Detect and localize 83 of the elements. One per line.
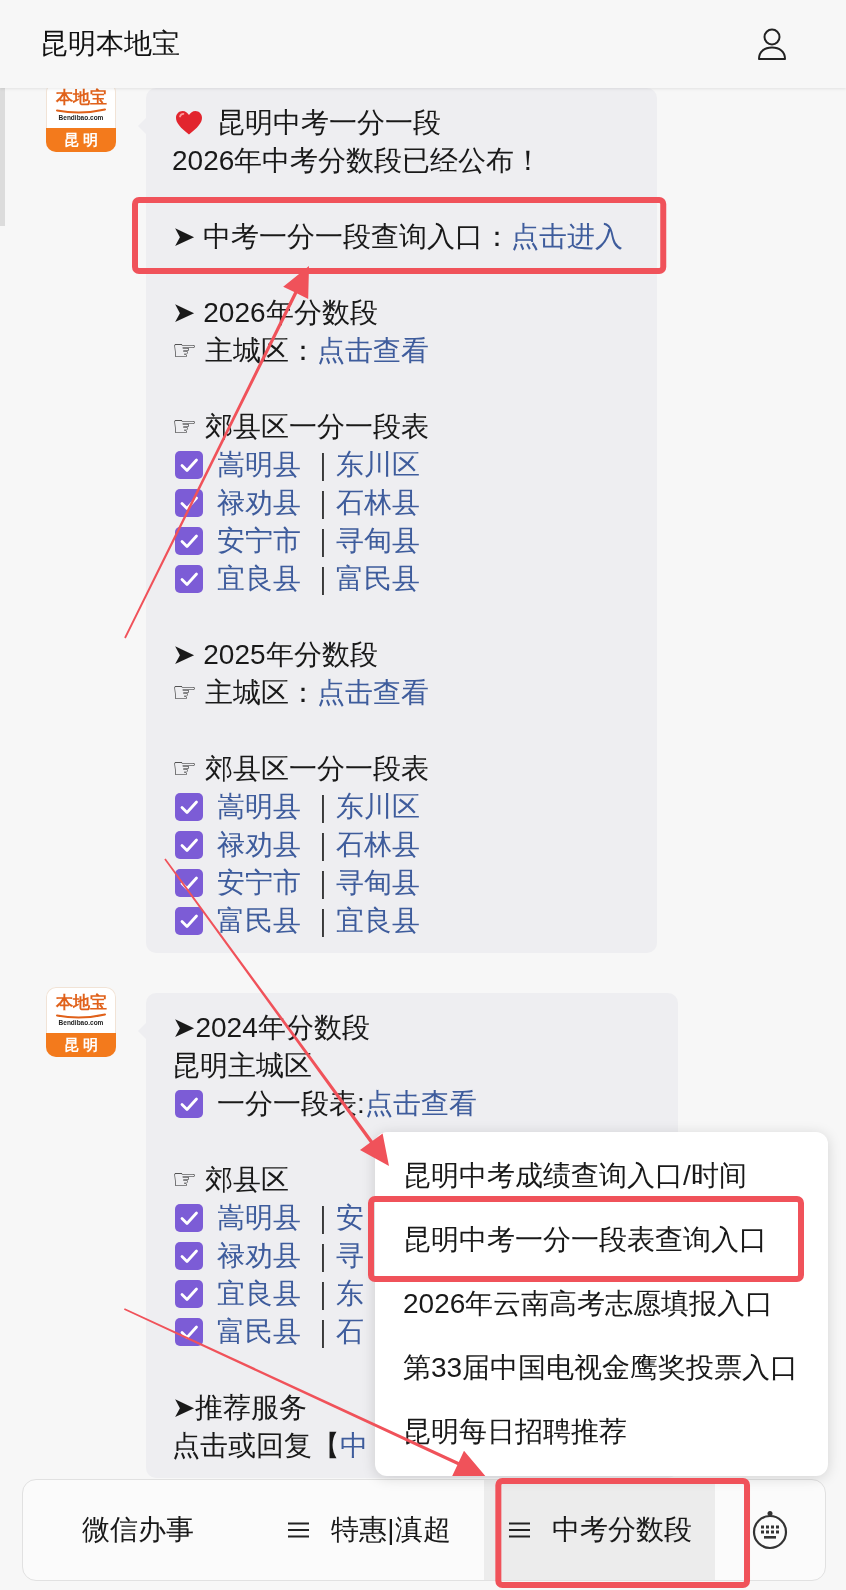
- message-text: ｜: [309, 448, 336, 483]
- swoosh-icon: [55, 108, 107, 114]
- message-link[interactable]: 安: [336, 1199, 364, 1237]
- swoosh-icon: [55, 1013, 107, 1019]
- message-link[interactable]: 富民县: [217, 902, 301, 940]
- check-box-icon: [175, 527, 203, 555]
- message-text: ☞ 郊县区: [172, 1163, 289, 1197]
- message-text: 2026年中考分数段已经公布！: [172, 144, 543, 178]
- message-link[interactable]: 嵩明县: [217, 1199, 301, 1237]
- logo-city-text: 昆明: [46, 1033, 116, 1057]
- message-text: ｜: [309, 486, 336, 521]
- scrollbar-thumb[interactable]: [0, 88, 5, 226]
- message-text: ｜: [309, 904, 336, 939]
- message-text: ｜: [309, 562, 336, 597]
- menu-item[interactable]: 昆明中考成绩查询入口/时间: [375, 1144, 828, 1208]
- menu-item[interactable]: 昆明中考一分一段表查询入口: [375, 1208, 828, 1272]
- message-link[interactable]: 东川区: [336, 788, 420, 826]
- check-box-icon: [175, 793, 203, 821]
- logo-city-text: 昆明: [46, 128, 116, 152]
- menu-tab[interactable]: 微信办事: [23, 1480, 254, 1580]
- message-link[interactable]: 石林县: [336, 826, 420, 864]
- menu-item[interactable]: 2026年云南高考志愿填报入口: [375, 1272, 828, 1336]
- check-box-icon: [175, 1242, 203, 1270]
- menu-item[interactable]: 昆明每日招聘推荐: [375, 1400, 828, 1464]
- message-link[interactable]: 寻甸县: [336, 864, 420, 902]
- message-link[interactable]: 嵩明县: [217, 446, 301, 484]
- message-link[interactable]: 嵩明县: [217, 788, 301, 826]
- message-link[interactable]: 东: [336, 1275, 364, 1313]
- message-text: ➤ 中考一分一段查询入口：: [172, 220, 512, 254]
- logo-brand-text: 本地宝: [55, 88, 107, 108]
- check-box-icon: [175, 1090, 203, 1118]
- message-link[interactable]: 中: [340, 1427, 368, 1465]
- message-text: ➤2024年分数段: [172, 1011, 370, 1045]
- message-text: 昆明主城区: [172, 1049, 312, 1083]
- message-link[interactable]: 宜良县: [217, 560, 301, 598]
- message-text: ☞ 主城区：: [172, 676, 317, 710]
- check-box-icon: [175, 565, 203, 593]
- message-link[interactable]: 宜良县: [336, 902, 420, 940]
- message-link[interactable]: 点击进入: [511, 218, 624, 256]
- message-link[interactable]: 富民县: [217, 1313, 301, 1351]
- message-link[interactable]: 石: [336, 1313, 364, 1351]
- message-text: ｜: [309, 1239, 336, 1274]
- menu-tab[interactable]: 中考分数段: [484, 1480, 715, 1580]
- message-text: ｜: [309, 866, 336, 901]
- message-link[interactable]: 点击查看: [316, 332, 429, 370]
- message-text: ｜: [309, 790, 336, 825]
- message-text: ｜: [309, 828, 336, 863]
- message-link[interactable]: 禄劝县: [217, 484, 301, 522]
- check-box-icon: [175, 1280, 203, 1308]
- check-box-icon: [175, 907, 203, 935]
- message-text: 点击或回复【: [172, 1429, 340, 1463]
- message-text: ｜: [309, 1277, 336, 1312]
- message-link[interactable]: 点击查看: [364, 1085, 477, 1123]
- message-link[interactable]: 寻甸县: [336, 522, 420, 560]
- message-text: ➤ 2025年分数段: [172, 638, 378, 672]
- message-text: ☞ 郊县区一分一段表: [172, 752, 429, 786]
- message-link[interactable]: 寻: [336, 1237, 364, 1275]
- message-text: 昆明中考一分一段: [217, 106, 441, 140]
- app-title: 昆明本地宝: [40, 27, 180, 61]
- menu-item[interactable]: 第33届中国电视金鹰奖投票入口: [375, 1336, 828, 1400]
- check-box-icon: [175, 1318, 203, 1346]
- menu-tab[interactable]: 特惠|滇超: [253, 1480, 485, 1580]
- heart-icon: [175, 109, 203, 137]
- message-text: ｜: [309, 1315, 336, 1350]
- user-icon[interactable]: [757, 28, 787, 60]
- keyboard-icon[interactable]: [752, 1510, 788, 1550]
- check-box-icon: [175, 831, 203, 859]
- message-link[interactable]: 禄劝县: [217, 1237, 301, 1275]
- message-link[interactable]: 点击查看: [316, 674, 429, 712]
- message-text: ｜: [309, 524, 336, 559]
- message-text: ｜: [309, 1201, 336, 1236]
- message-link[interactable]: 石林县: [336, 484, 420, 522]
- check-box-icon: [175, 869, 203, 897]
- message-link[interactable]: 东川区: [336, 446, 420, 484]
- message-link[interactable]: 禄劝县: [217, 826, 301, 864]
- message-link[interactable]: 安宁市: [217, 864, 301, 902]
- message-text: ➤推荐服务: [172, 1391, 308, 1425]
- message-link[interactable]: 富民县: [336, 560, 420, 598]
- message-link[interactable]: 宜良县: [217, 1275, 301, 1313]
- check-box-icon: [175, 1204, 203, 1232]
- logo-brand-text: 本地宝: [55, 993, 107, 1013]
- check-box-icon: [175, 451, 203, 479]
- message-link[interactable]: 安宁市: [217, 522, 301, 560]
